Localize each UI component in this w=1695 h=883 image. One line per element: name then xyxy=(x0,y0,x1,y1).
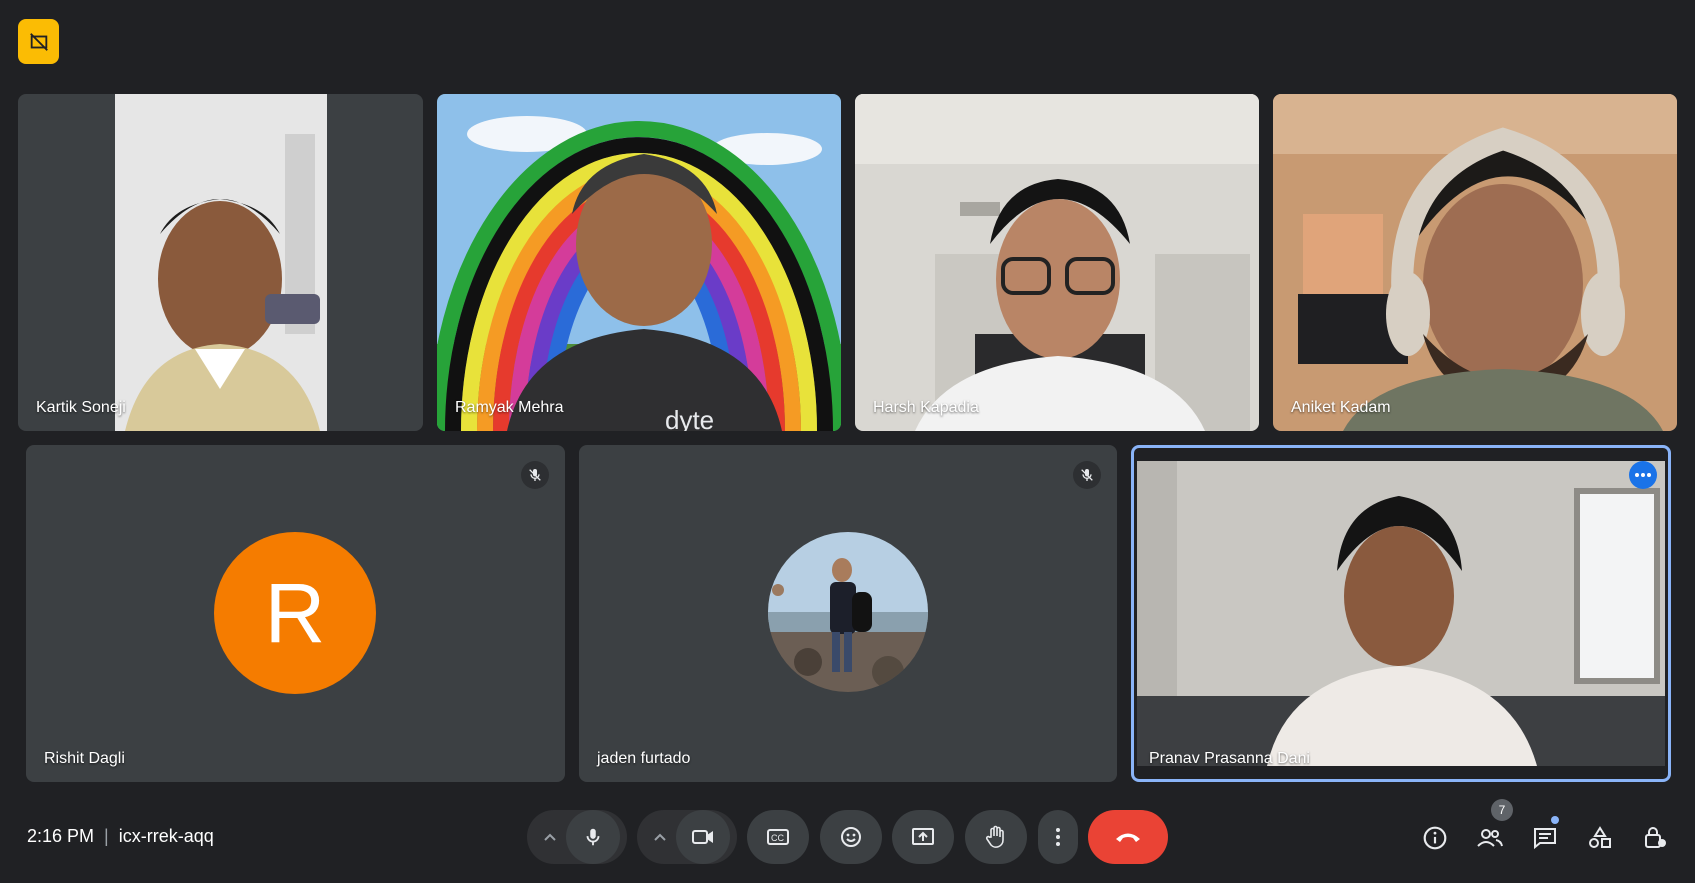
more-vert-icon xyxy=(1056,828,1060,846)
hand-icon xyxy=(985,825,1004,848)
mic-options-button[interactable] xyxy=(534,833,566,841)
participant-name: Pranav Prasanna Dani xyxy=(1149,750,1310,767)
mic-button[interactable] xyxy=(566,810,620,864)
participant-name: Ramyak Mehra xyxy=(455,399,564,416)
participant-tile-rishit[interactable]: R Rishit Dagli xyxy=(26,445,565,782)
shirt-logo: dyte xyxy=(665,405,714,431)
captions-icon: CC xyxy=(767,829,789,845)
chat-button[interactable] xyxy=(1527,820,1563,856)
participant-count-badge: 7 xyxy=(1491,799,1513,821)
mic-control-group xyxy=(527,810,627,864)
more-options-icon[interactable] xyxy=(1629,461,1657,489)
participant-name: Rishit Dagli xyxy=(44,750,125,767)
video-feed xyxy=(1137,461,1665,766)
info-icon xyxy=(1423,826,1447,850)
avatar: R xyxy=(214,532,376,694)
camera-button[interactable] xyxy=(676,810,730,864)
present-screen-button[interactable] xyxy=(892,810,954,864)
participant-tile-kartik[interactable]: Kartik Soneji xyxy=(18,94,423,431)
participant-name: Aniket Kadam xyxy=(1291,399,1391,416)
participant-name: Kartik Soneji xyxy=(36,399,126,416)
meeting-code: icx-rrek-aqq xyxy=(118,826,214,846)
host-controls-button[interactable] xyxy=(1637,820,1673,856)
emoji-icon xyxy=(841,827,861,847)
meeting-info: 2:16 PM | icx-rrek-aqq xyxy=(27,826,214,847)
participant-name: jaden furtado xyxy=(597,750,691,767)
activities-icon xyxy=(1589,826,1611,848)
video-feed xyxy=(115,94,327,431)
no-video-icon xyxy=(29,32,48,51)
video-feed: dyte xyxy=(437,94,841,431)
presentation-badge[interactable] xyxy=(18,19,59,64)
mic-icon xyxy=(586,828,600,846)
avatar xyxy=(768,532,928,692)
video-feed xyxy=(1273,94,1677,431)
reactions-button[interactable] xyxy=(820,810,882,864)
separator: | xyxy=(104,826,109,846)
participant-name: Harsh Kapadia xyxy=(873,399,979,416)
svg-text:CC: CC xyxy=(771,833,784,843)
meeting-details-button[interactable] xyxy=(1417,820,1453,856)
video-feed xyxy=(855,94,1259,431)
muted-mic-icon xyxy=(521,461,549,489)
more-options-button[interactable] xyxy=(1038,810,1078,864)
lock-person-icon xyxy=(1645,827,1666,848)
camera-icon xyxy=(692,830,713,844)
muted-mic-icon xyxy=(1073,461,1101,489)
chat-notification-dot xyxy=(1551,816,1559,824)
avatar-initial: R xyxy=(264,565,326,660)
participant-tile-aniket[interactable]: Aniket Kadam xyxy=(1273,94,1677,431)
captions-button[interactable]: CC xyxy=(747,810,809,864)
people-icon xyxy=(1477,829,1503,847)
participant-tile-pranav[interactable]: Pranav Prasanna Dani xyxy=(1131,445,1671,782)
meeting-time: 2:16 PM xyxy=(27,826,95,846)
present-screen-icon xyxy=(912,828,934,845)
chevron-up-icon xyxy=(544,833,556,841)
camera-options-button[interactable] xyxy=(644,833,676,841)
people-button[interactable] xyxy=(1472,820,1508,856)
participant-tile-harsh[interactable]: Harsh Kapadia xyxy=(855,94,1259,431)
participant-tile-ramyak[interactable]: dyte Ramyak Mehra xyxy=(437,94,841,431)
participant-tile-jaden[interactable]: jaden furtado xyxy=(579,445,1117,782)
hang-up-icon xyxy=(1116,833,1140,842)
raise-hand-button[interactable] xyxy=(965,810,1027,864)
camera-control-group xyxy=(637,810,737,864)
chevron-up-icon xyxy=(654,833,666,841)
chat-icon xyxy=(1534,828,1556,850)
leave-call-button[interactable] xyxy=(1088,810,1168,864)
activities-button[interactable] xyxy=(1582,820,1618,856)
